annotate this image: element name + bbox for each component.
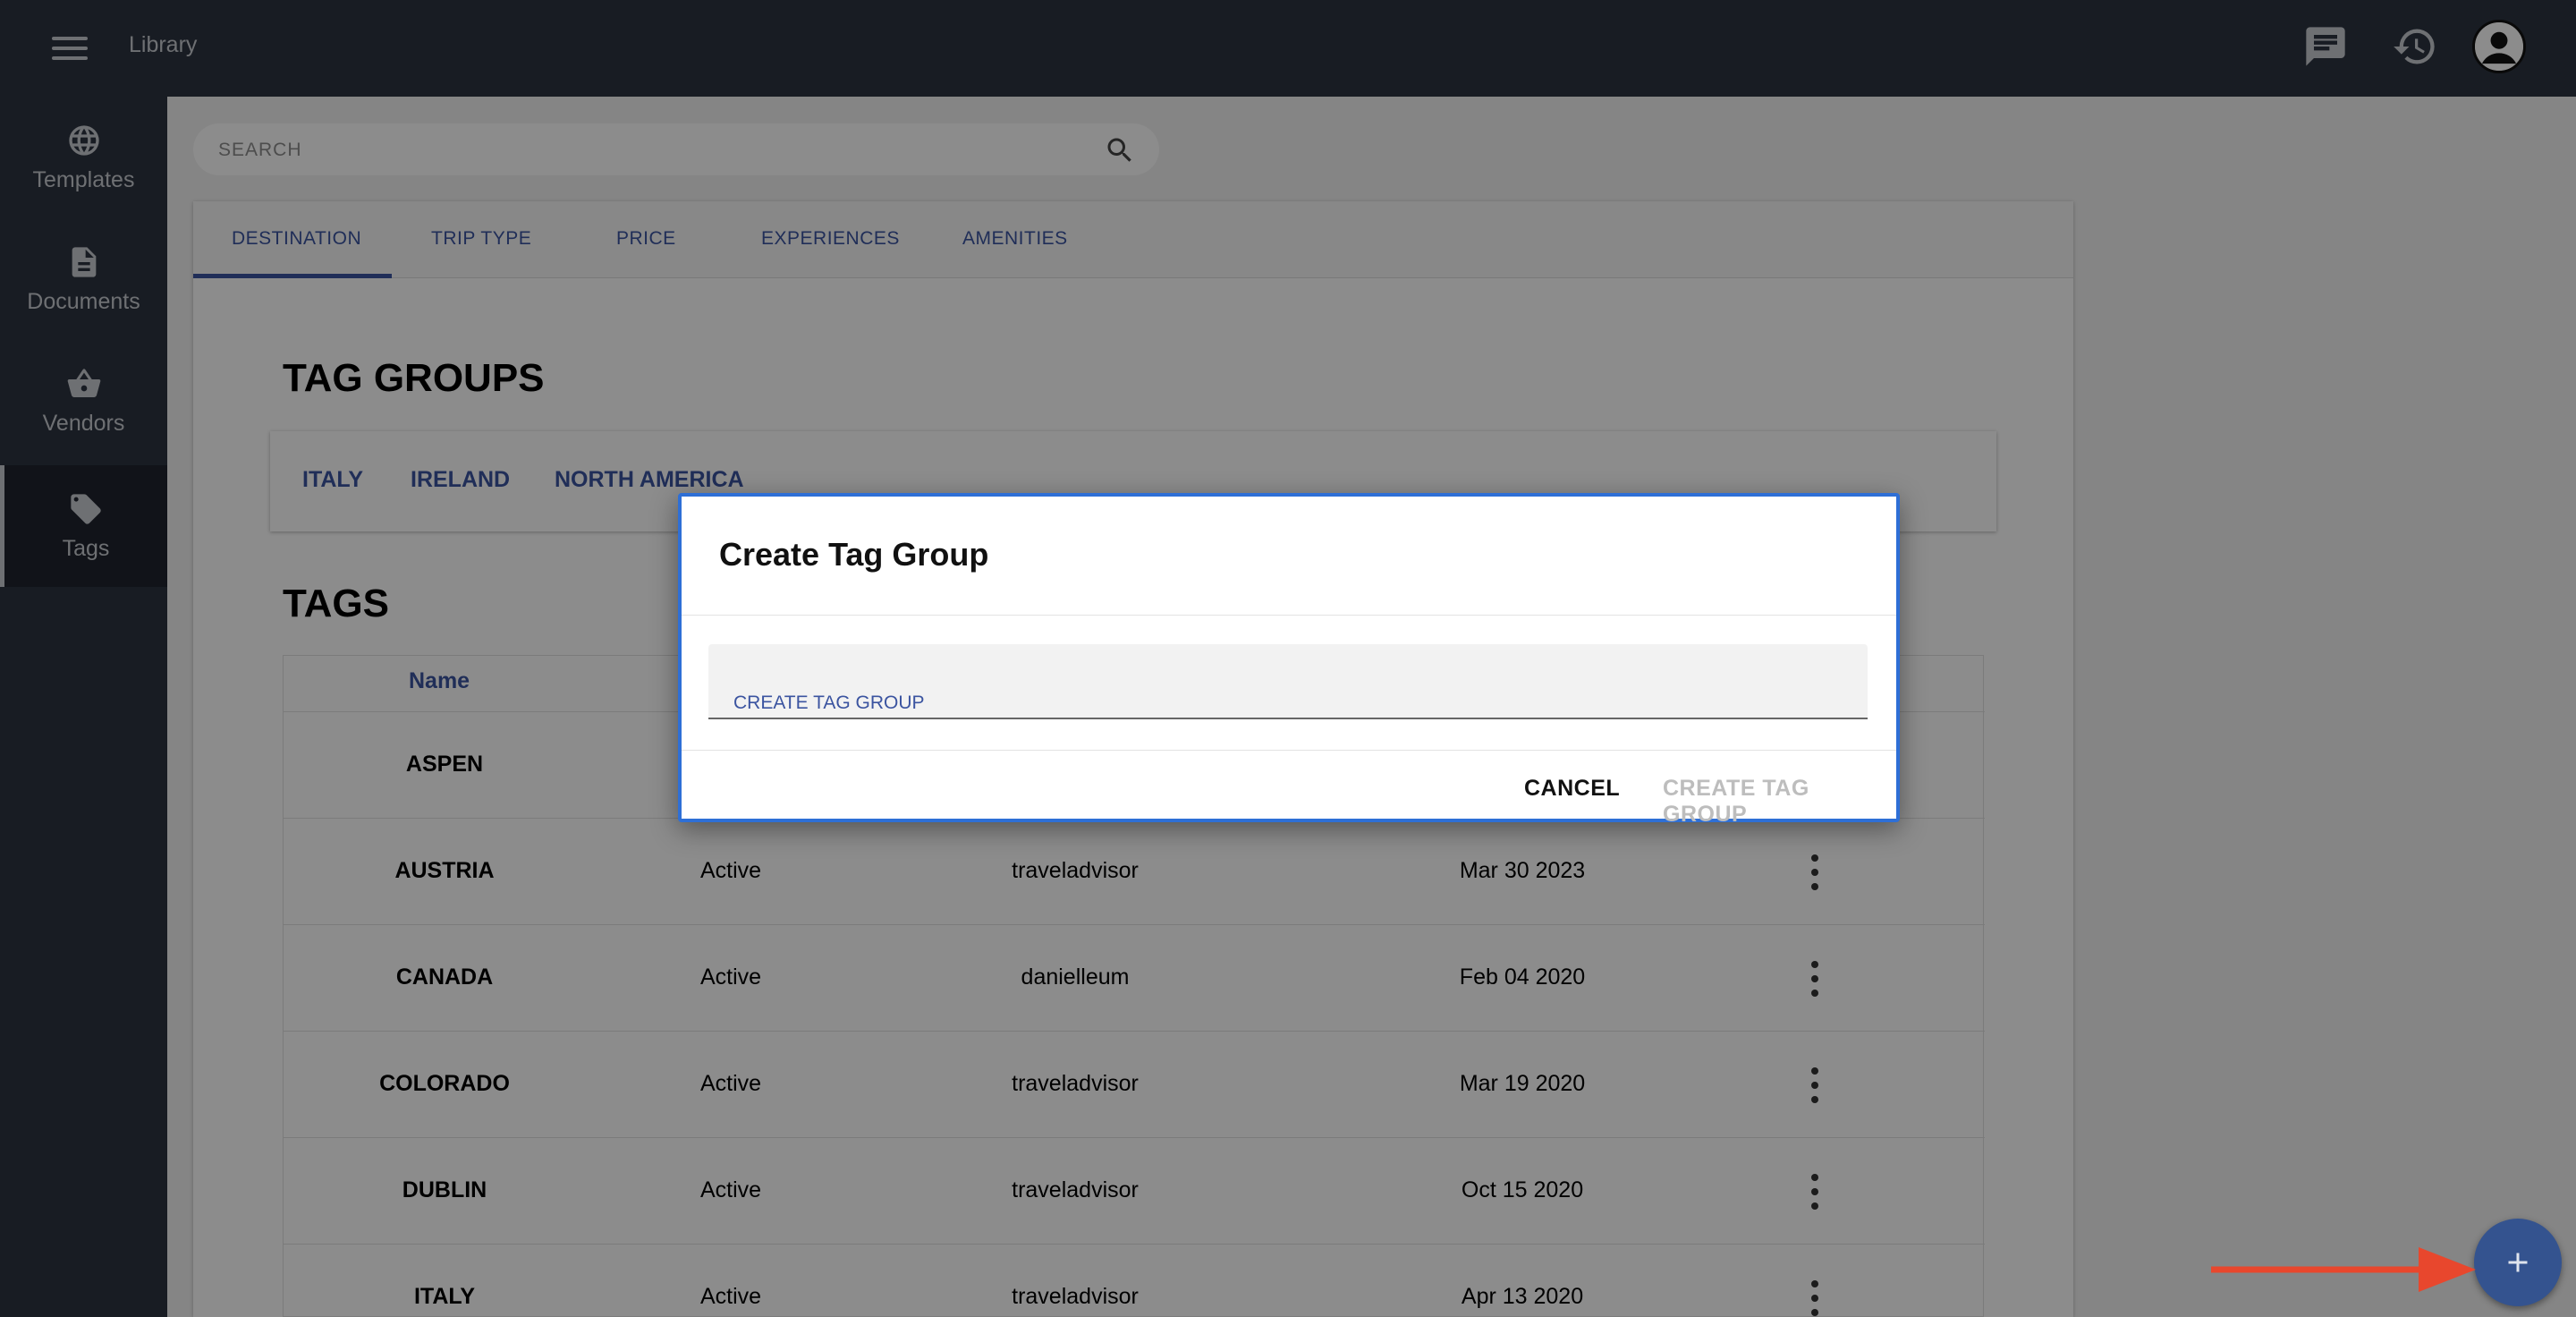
add-button[interactable] xyxy=(2474,1219,2562,1306)
create-tag-group-dialog: Create Tag Group CREATE TAG GROUP CANCEL… xyxy=(678,493,1900,827)
divider xyxy=(682,750,1896,751)
field-label: CREATE TAG GROUP xyxy=(733,692,925,713)
dialog-title: Create Tag Group xyxy=(719,536,989,573)
annotation-arrow-icon xyxy=(2211,1247,2476,1292)
tag-group-name-field[interactable]: CREATE TAG GROUP xyxy=(708,644,1868,719)
cancel-button[interactable]: CANCEL xyxy=(1524,776,1620,802)
divider xyxy=(682,615,1896,616)
create-tag-group-button[interactable]: CREATE TAG GROUP xyxy=(1663,776,1896,828)
plus-icon xyxy=(2508,1253,2528,1272)
